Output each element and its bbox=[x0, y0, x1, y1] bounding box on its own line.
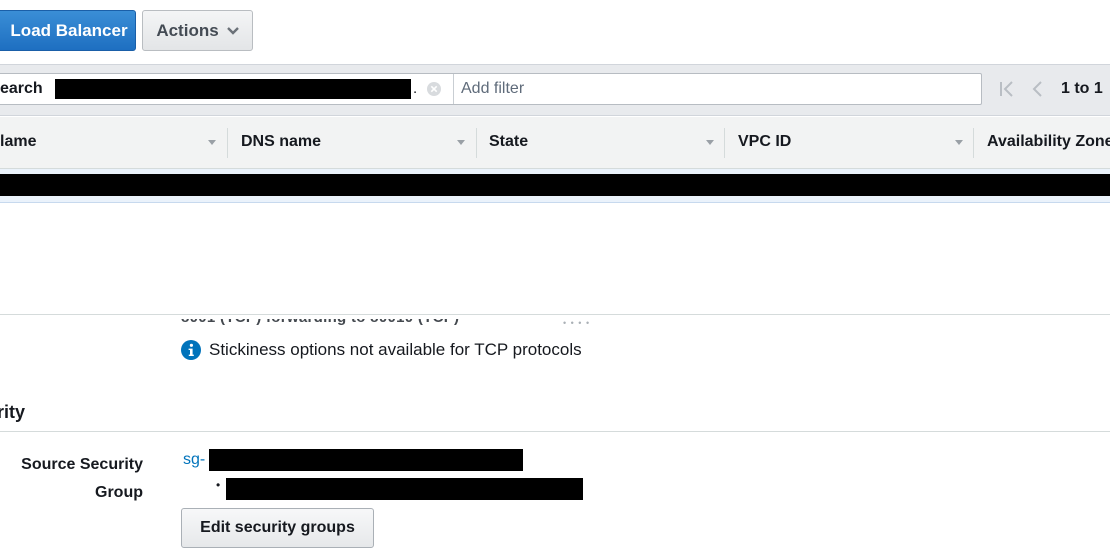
sort-caret-icon[interactable] bbox=[954, 139, 964, 146]
source-security-group-label: Source Security Group bbox=[0, 451, 143, 507]
panel-divider[interactable] bbox=[0, 314, 1110, 315]
sort-caret-icon[interactable] bbox=[705, 139, 715, 146]
column-separator bbox=[724, 128, 725, 158]
actions-label: Actions bbox=[156, 20, 219, 40]
search-label: earch bbox=[0, 80, 43, 97]
bullet: • bbox=[216, 478, 221, 492]
column-separator bbox=[476, 128, 477, 158]
table-header bbox=[0, 117, 1110, 169]
column-header-name[interactable]: lame bbox=[0, 133, 36, 151]
column-separator bbox=[227, 128, 228, 158]
create-load-balancer-label: Load Balancer bbox=[10, 20, 128, 40]
column-header-vpc-id[interactable]: VPC ID bbox=[738, 133, 791, 151]
source-security-group-label-line2: Group bbox=[95, 484, 143, 501]
redacted-search-value bbox=[55, 79, 411, 99]
search-value-suffix: . bbox=[413, 80, 418, 97]
security-section-title: rity bbox=[0, 402, 26, 422]
column-header-availability-zone[interactable]: Availability Zone bbox=[987, 133, 1110, 151]
column-separator bbox=[973, 128, 974, 158]
previous-page-icon[interactable] bbox=[1030, 80, 1044, 98]
edit-security-groups-button[interactable]: Edit security groups bbox=[181, 508, 374, 548]
stickiness-note: Stickiness options not available for TCP… bbox=[209, 340, 582, 359]
sort-caret-icon[interactable] bbox=[207, 139, 217, 146]
first-page-icon[interactable] bbox=[998, 80, 1016, 98]
column-header-dns-name[interactable]: DNS name bbox=[241, 133, 321, 151]
chevron-down-icon bbox=[226, 26, 239, 35]
section-divider bbox=[0, 431, 1110, 432]
redacted-security-group-id bbox=[209, 449, 523, 471]
add-filter-input[interactable] bbox=[459, 74, 979, 104]
pagination-text: 1 to 1 bbox=[1061, 80, 1103, 97]
search-divider bbox=[453, 74, 454, 104]
column-header-state[interactable]: State bbox=[489, 133, 528, 151]
create-load-balancer-button[interactable]: Load Balancer bbox=[0, 10, 136, 51]
source-security-group-label-line1: Source Security bbox=[21, 456, 143, 473]
info-circle-icon bbox=[181, 340, 201, 360]
resize-handle[interactable]: • • • • bbox=[563, 318, 590, 328]
listener-text: 8001 (TCP) forwarding to 80010 (TCP) bbox=[181, 309, 460, 326]
clear-search-icon[interactable] bbox=[426, 81, 442, 97]
redacted-security-group-name bbox=[226, 478, 583, 500]
security-group-link[interactable]: sg- bbox=[183, 451, 205, 469]
actions-button[interactable]: Actions bbox=[142, 10, 253, 51]
redacted-row-content bbox=[0, 174, 1110, 196]
sort-caret-icon[interactable] bbox=[456, 139, 466, 146]
